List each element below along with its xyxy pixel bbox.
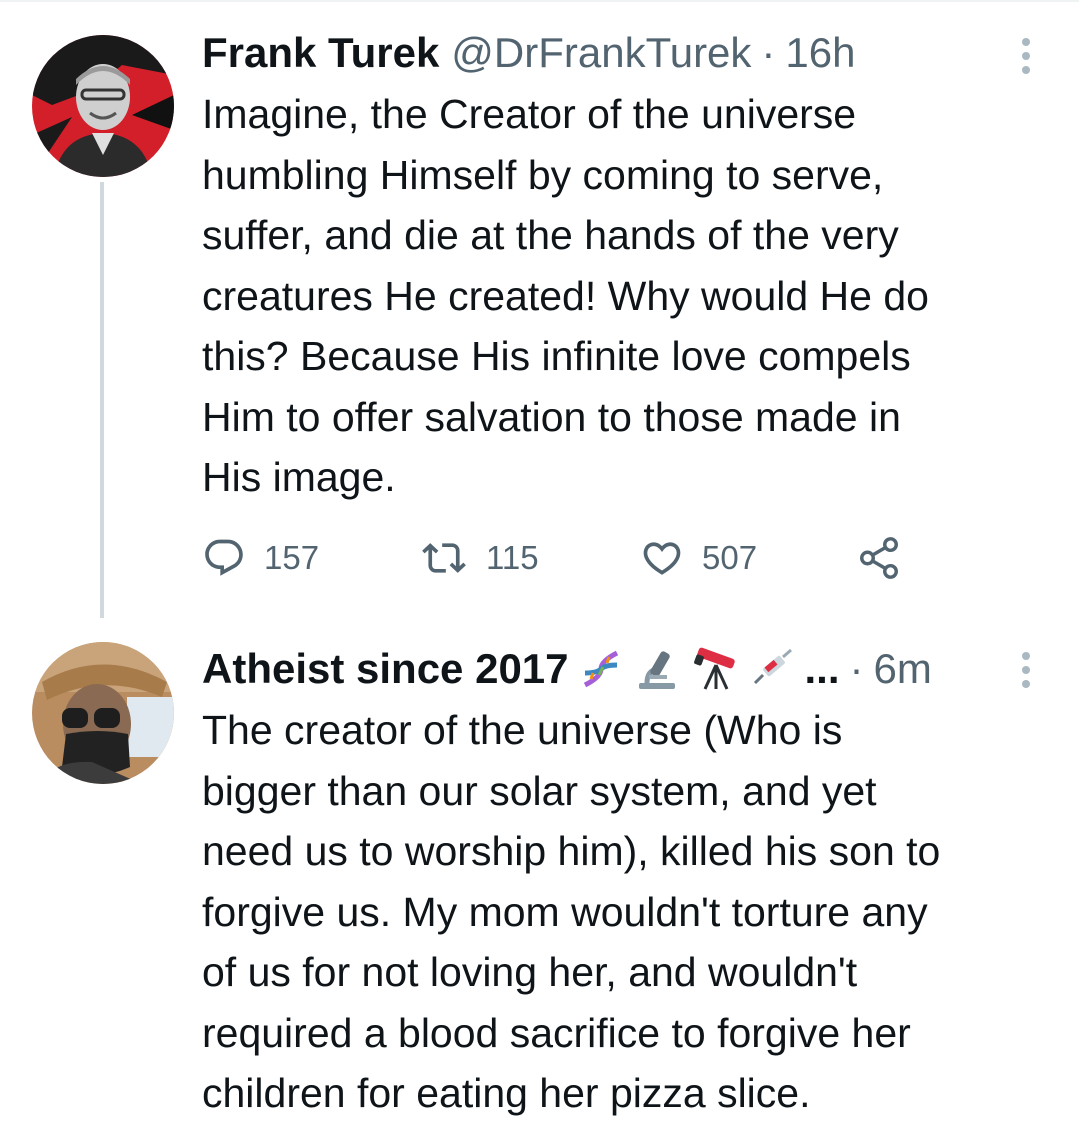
share-button[interactable] (856, 530, 920, 586)
tweet-actions: 157 115 507 (202, 530, 922, 586)
thread-connector-line (100, 182, 104, 618)
header-separator: · (761, 29, 776, 76)
dna-emoji (579, 647, 623, 691)
tweet-text: Imagine, the Creator of the universe hum… (202, 91, 929, 500)
more-options-icon[interactable] (1016, 650, 1036, 690)
like-button[interactable]: 507 (640, 530, 757, 586)
author-handle[interactable]: @DrFrankTurek (451, 28, 751, 78)
microscope-emoji (633, 647, 681, 691)
retweet-count: 115 (486, 539, 539, 576)
telescope-emoji (691, 647, 741, 691)
tweet-timestamp[interactable]: 6m (874, 644, 932, 694)
tweet-header: Atheist since 2017 ... · 6m (202, 644, 932, 694)
top-divider (0, 0, 1079, 2)
reply-icon (205, 539, 243, 576)
retweet-icon (422, 543, 466, 573)
tweet-text: The creator of the universe (Who is bigg… (202, 707, 941, 1116)
tweet-timestamp[interactable]: 16h (785, 28, 855, 78)
like-icon (643, 542, 681, 575)
retweet-button[interactable]: 115 (420, 530, 539, 586)
author-display-name[interactable]: Frank Turek (202, 28, 439, 78)
syringe-emoji (751, 647, 795, 691)
more-options-icon[interactable] (1016, 36, 1036, 76)
reply-button[interactable]: 157 (202, 530, 319, 586)
name-truncation: ... (804, 645, 840, 692)
avatar-atheist-since-2017[interactable] (32, 642, 174, 784)
share-icon (860, 537, 898, 579)
reply-count: 157 (264, 539, 320, 576)
header-separator: · (849, 645, 864, 692)
avatar-frank-turek[interactable] (32, 35, 174, 177)
like-count: 507 (702, 539, 758, 576)
author-display-name[interactable]: Atheist since 2017 (202, 644, 569, 694)
tweet-header: Frank Turek @DrFrankTurek · 16h (202, 28, 856, 78)
